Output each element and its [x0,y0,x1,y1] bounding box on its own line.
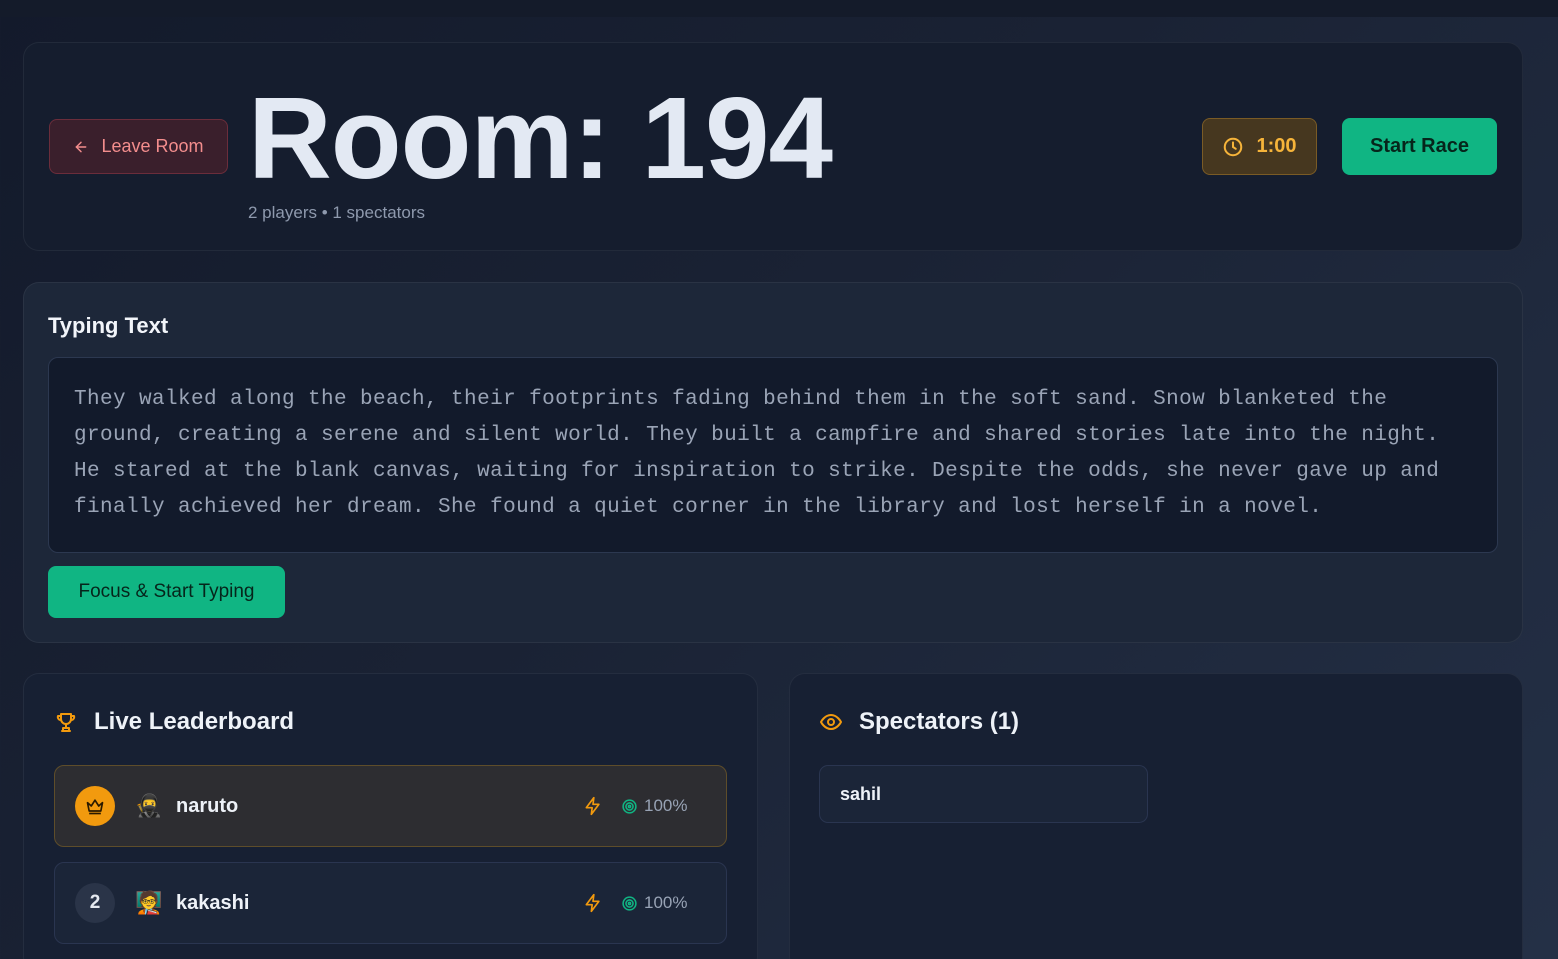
accuracy-value: 100% [644,893,688,912]
typing-text: They walked along the beach, their footp… [74,388,1440,519]
race-timer: 1:00 [1202,118,1317,175]
typing-heading: Typing Text [48,313,169,338]
player-avatar: 🥷 [135,793,163,818]
lightning-icon [585,893,600,913]
leave-room-label: Leave Room [101,136,204,156]
leave-room-button[interactable]: Leave Room [49,119,228,174]
spectators-title-label: Spectators (1) [859,708,1020,735]
focus-start-typing-button[interactable]: Focus & Start Typing [48,566,285,618]
spectator-item: sahil [819,765,1148,823]
leaderboard-title: Live Leaderboard [54,708,294,736]
timer-value: 1:00 [1256,135,1297,157]
crown-icon [86,799,104,815]
player-name: naruto [176,794,239,817]
accuracy-value: 100% [644,796,688,815]
rank-badge: 2 [75,883,115,923]
target-icon [622,895,637,911]
leaderboard-title-label: Live Leaderboard [94,708,295,735]
room-subtitle: 2 players • 1 spectators [248,203,425,222]
top-bar [0,0,1558,17]
player-avatar: 🧑‍🏫 [135,890,163,915]
arrow-left-icon [76,141,87,152]
leaderboard-row: 🥷 naruto 100% [54,765,727,847]
spectators-title: Spectators (1) [819,708,1019,736]
clock-icon [1224,137,1243,156]
player-name: kakashi [176,891,250,914]
trophy-icon [56,713,76,732]
lightning-icon [585,796,600,816]
start-race-button[interactable]: Start Race [1342,118,1497,175]
leaderboard-row: 2 🧑‍🏫 kakashi 100% [54,862,727,944]
page-title: Room: 194 [248,73,833,203]
rank-badge [75,786,115,826]
eye-icon [820,714,842,730]
target-icon [622,798,637,814]
accuracy: 100% [621,893,687,913]
typing-text-box[interactable]: They walked along the beach, their footp… [48,357,1498,553]
accuracy: 100% [621,796,687,816]
